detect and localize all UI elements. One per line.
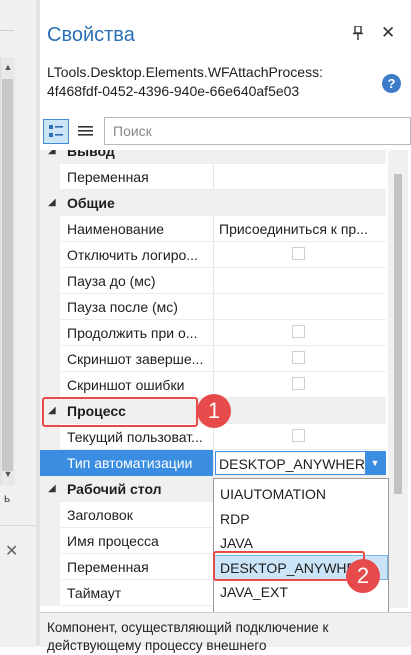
property-name: Пауза после (мс) — [67, 299, 178, 315]
property-name: Наименование — [67, 221, 165, 237]
callout-1-highlight — [42, 397, 198, 427]
categorized-icon — [49, 125, 63, 137]
column-separator — [213, 294, 214, 320]
list-icon — [78, 126, 93, 136]
automation-type-combobox[interactable]: DESKTOP_ANYWHERE ▼ — [215, 451, 386, 475]
property-name: Отключить логиро... — [67, 247, 198, 263]
row-gutter — [40, 502, 60, 528]
grid-scroll-thumb[interactable] — [394, 174, 402, 494]
column-separator — [213, 242, 214, 268]
row-gutter — [40, 346, 60, 372]
property-row[interactable]: Переменная — [40, 164, 386, 190]
property-name: Заголовок — [67, 507, 133, 523]
property-name: Скриншот заверше... — [67, 351, 204, 367]
left-panel-fragment: ь — [4, 491, 11, 505]
property-row[interactable]: Пауза до (мс) — [40, 268, 386, 294]
column-separator — [213, 346, 214, 372]
column-separator — [213, 164, 214, 190]
left-close-icon[interactable]: ✕ — [5, 541, 18, 561]
collapse-triangle-icon[interactable]: ◢ — [48, 150, 56, 156]
category-row[interactable]: ◢ Вывод — [40, 150, 386, 164]
dropdown-option[interactable]: RDP — [214, 506, 388, 531]
combobox-value: DESKTOP_ANYWHERE — [219, 456, 365, 472]
panel-title: Свойства — [47, 24, 135, 46]
property-checkbox[interactable] — [292, 429, 305, 442]
scroll-down-icon[interactable]: ▼ — [1, 469, 15, 479]
property-row[interactable]: Тип автоматизации DESKTOP_ANYWHERE ▼ — [40, 450, 386, 476]
property-checkbox[interactable] — [292, 351, 305, 364]
property-value[interactable]: Присоединиться к пр... — [219, 221, 385, 237]
row-gutter — [40, 216, 60, 242]
left-panel-divider — [0, 30, 14, 31]
property-name: Текущий пользоват... — [67, 429, 203, 445]
object-id: 4f468fdf-0452-4396-940e-66e640af5e03 — [47, 83, 300, 99]
property-name: Пауза до (мс) — [67, 273, 156, 289]
row-gutter — [40, 372, 60, 398]
search-field[interactable] — [104, 117, 411, 145]
alphabetical-view-button[interactable] — [74, 119, 98, 144]
property-checkbox[interactable] — [292, 247, 305, 260]
property-checkbox[interactable] — [292, 325, 305, 338]
description-panel: Компонент, осуществляющий подключение к … — [40, 612, 411, 653]
property-name: Скриншот ошибки — [67, 377, 185, 393]
row-gutter — [40, 554, 60, 580]
category-row[interactable]: ◢ Общие — [40, 190, 386, 216]
property-checkbox[interactable] — [292, 377, 305, 390]
property-name: Переменная — [67, 559, 149, 575]
row-gutter — [40, 580, 60, 606]
column-separator — [213, 216, 214, 242]
search-input[interactable] — [111, 118, 395, 144]
callout-2-highlight — [213, 551, 365, 581]
property-name: Таймаут — [67, 585, 122, 601]
property-row[interactable]: Наименование Присоединиться к пр... — [40, 216, 386, 242]
category-label: Рабочий стол — [67, 481, 162, 497]
dropdown-option[interactable]: UIAUTOMATION — [214, 481, 388, 506]
property-row[interactable]: Отключить логиро... — [40, 242, 386, 268]
description-text: Компонент, осуществляющий подключение к … — [47, 620, 329, 653]
categorized-view-button[interactable] — [43, 119, 69, 144]
object-type: LTools.Desktop.Elements.WFAttachProcess: — [47, 64, 323, 80]
close-icon[interactable]: ✕ — [381, 23, 395, 43]
category-label: Вывод — [67, 150, 115, 159]
row-gutter — [40, 320, 60, 346]
left-panel-scrollbar[interactable]: ▲ ▼ — [0, 57, 15, 485]
property-row[interactable]: Скриншот заверше... — [40, 346, 386, 372]
callout-2-badge: 2 — [346, 559, 380, 593]
grid-scrollbar[interactable] — [388, 150, 408, 608]
property-name: Переменная — [67, 169, 149, 185]
row-gutter — [40, 424, 60, 450]
row-gutter — [40, 164, 60, 190]
category-label: Общие — [67, 195, 115, 211]
scroll-up-icon[interactable]: ▲ — [1, 62, 15, 72]
property-name: Продолжить при о... — [67, 325, 198, 341]
callout-1-badge: 1 — [197, 394, 231, 428]
property-row[interactable]: Продолжить при о... — [40, 320, 386, 346]
property-name: Тип автоматизации — [67, 455, 193, 471]
collapse-triangle-icon[interactable]: ◢ — [48, 197, 56, 208]
row-gutter — [40, 242, 60, 268]
collapse-triangle-icon[interactable]: ◢ — [48, 483, 56, 494]
column-separator — [213, 320, 214, 346]
left-scroll-thumb[interactable] — [2, 79, 13, 471]
row-gutter — [40, 528, 60, 554]
column-separator — [213, 450, 214, 476]
row-gutter — [40, 294, 60, 320]
pin-icon[interactable] — [352, 25, 364, 43]
help-icon[interactable]: ? — [382, 74, 401, 93]
property-row[interactable]: Пауза после (мс) — [40, 294, 386, 320]
property-name: Имя процесса — [67, 533, 159, 549]
column-separator — [213, 268, 214, 294]
row-gutter — [40, 268, 60, 294]
chevron-down-icon[interactable]: ▼ — [365, 452, 385, 474]
